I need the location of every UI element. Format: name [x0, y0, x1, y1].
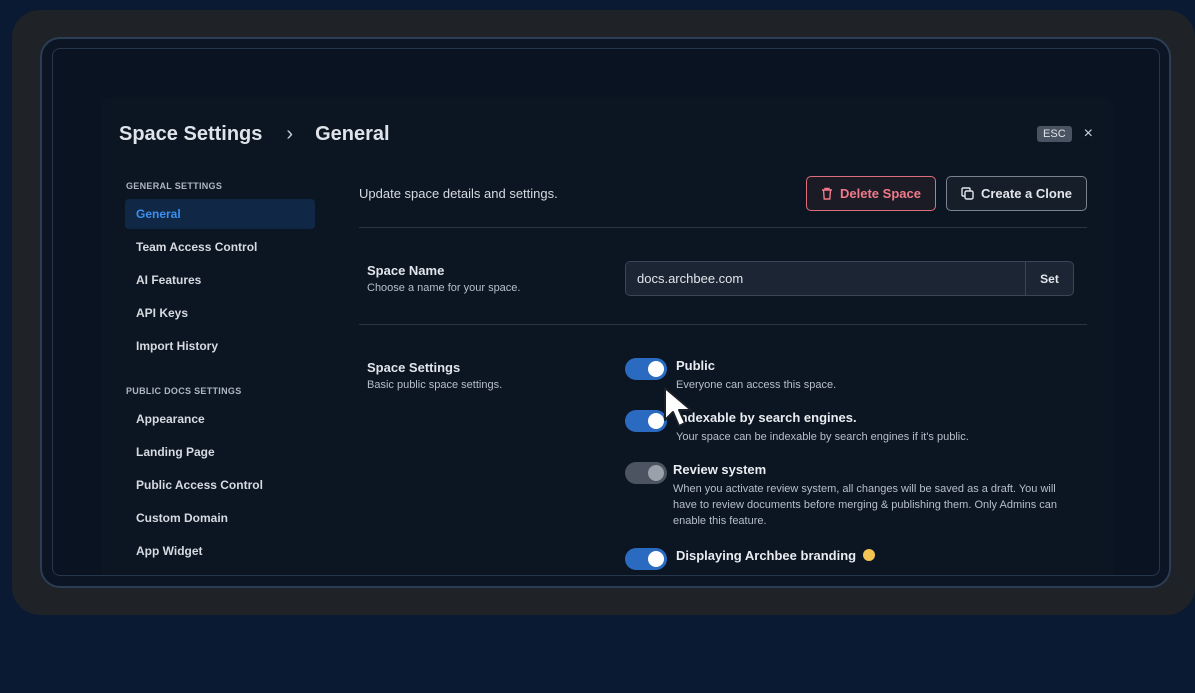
action-buttons: Delete Space Create a Clone: [806, 175, 1087, 211]
indexable-toggle-text: Indexable by search engines. Your space …: [676, 410, 969, 462]
delete-space-button[interactable]: Delete Space: [806, 175, 936, 211]
header-actions: ESC ×: [1037, 125, 1093, 143]
toggle-title-wrap: Displaying Archbee branding: [676, 548, 875, 563]
trash-icon: [822, 187, 833, 200]
toggle-item-review-system: Review system When you activate review s…: [625, 462, 1065, 548]
toggle-description: When you activate review system, all cha…: [673, 483, 1057, 527]
indexable-toggle[interactable]: [625, 410, 667, 432]
sidebar-item-import-history[interactable]: Import History: [125, 331, 315, 361]
space-settings-label-group: Space Settings Basic public space settin…: [359, 358, 625, 575]
toggle-knob: [648, 361, 664, 377]
branding-toggle[interactable]: [625, 548, 667, 570]
breadcrumb-space-settings[interactable]: Space Settings: [119, 123, 262, 146]
copy-icon: [961, 186, 974, 200]
toggle-description: Everyone can access this space.: [676, 379, 837, 391]
sidebar-heading-public-docs: PUBLIC DOCS SETTINGS: [126, 386, 242, 396]
modal-header: Space Settings › General ESC ×: [119, 119, 1093, 149]
create-clone-label: Create a Clone: [980, 185, 1072, 201]
esc-badge: ESC: [1037, 126, 1072, 142]
toggle-knob: [648, 465, 664, 481]
page-title: General: [315, 122, 390, 145]
divider: [359, 324, 1087, 325]
sidebar-item-custom-domain[interactable]: Custom Domain: [125, 503, 315, 533]
sidebar-item-public-access-control[interactable]: Public Access Control: [125, 470, 315, 500]
create-clone-button[interactable]: Create a Clone: [945, 175, 1087, 211]
settings-content: Update space details and settings. Delet…: [359, 175, 1087, 575]
sidebar-heading-general: GENERAL SETTINGS: [126, 181, 223, 191]
sidebar-item-general[interactable]: General: [125, 199, 315, 229]
review-system-toggle[interactable]: [625, 462, 667, 484]
toggle-knob: [648, 413, 664, 429]
toggle-title: Review system: [673, 462, 767, 477]
smile-emoji-icon: [862, 549, 875, 561]
divider: [359, 227, 1087, 228]
space-settings-subtitle: Basic public space settings.: [367, 379, 503, 391]
space-name-input-group: Set: [625, 261, 1074, 296]
toggle-description: Your space can be indexable by search en…: [676, 431, 969, 443]
toggle-title: Displaying Archbee branding: [676, 548, 857, 563]
sidebar-item-appearance[interactable]: Appearance: [125, 404, 315, 434]
delete-space-label: Delete Space: [840, 185, 921, 201]
settings-sidebar: GENERAL SETTINGS General Team Access Con…: [125, 181, 315, 569]
sidebar-item-app-widget[interactable]: App Widget: [125, 536, 315, 566]
space-name-subtitle: Choose a name for your space.: [367, 282, 521, 294]
sidebar-item-api-keys[interactable]: API Keys: [125, 298, 315, 328]
space-settings-row: Space Settings Basic public space settin…: [359, 358, 1087, 575]
close-icon[interactable]: ×: [1084, 125, 1093, 143]
settings-toggle-list: Public Everyone can access this space. I…: [625, 358, 1065, 575]
app-screen: Space Settings › General ESC × GENERAL S…: [52, 48, 1160, 576]
toggle-title: Indexable by search engines.: [676, 410, 857, 425]
toggle-item-indexable: Indexable by search engines. Your space …: [625, 410, 1065, 462]
set-button[interactable]: Set: [1025, 261, 1074, 296]
content-toolbar: Update space details and settings. Delet…: [359, 175, 1087, 211]
sidebar-item-landing-page[interactable]: Landing Page: [125, 437, 315, 467]
toggle-item-branding: Displaying Archbee branding: [625, 548, 1065, 575]
sidebar-item-team-access-control[interactable]: Team Access Control: [125, 232, 315, 262]
toggle-title: Public: [676, 358, 716, 373]
review-system-toggle-text: Review system When you activate review s…: [673, 462, 1065, 548]
toggle-knob: [648, 551, 664, 567]
settings-modal: Space Settings › General ESC × GENERAL S…: [101, 97, 1113, 575]
public-toggle-text: Public Everyone can access this space.: [676, 358, 836, 410]
toggle-item-public: Public Everyone can access this space.: [625, 358, 1065, 410]
content-description: Update space details and settings.: [359, 185, 558, 201]
sidebar-item-ai-features[interactable]: AI Features: [125, 265, 315, 295]
public-toggle[interactable]: [625, 358, 667, 380]
space-name-title: Space Name: [367, 263, 445, 278]
branding-toggle-text: Displaying Archbee branding: [676, 548, 875, 575]
space-name-row: Space Name Choose a name for your space.…: [359, 261, 1087, 296]
space-name-input[interactable]: [625, 261, 1025, 296]
chevron-right-icon: ›: [286, 122, 294, 145]
space-name-label-group: Space Name Choose a name for your space.: [359, 263, 625, 294]
space-settings-title: Space Settings: [367, 360, 461, 375]
